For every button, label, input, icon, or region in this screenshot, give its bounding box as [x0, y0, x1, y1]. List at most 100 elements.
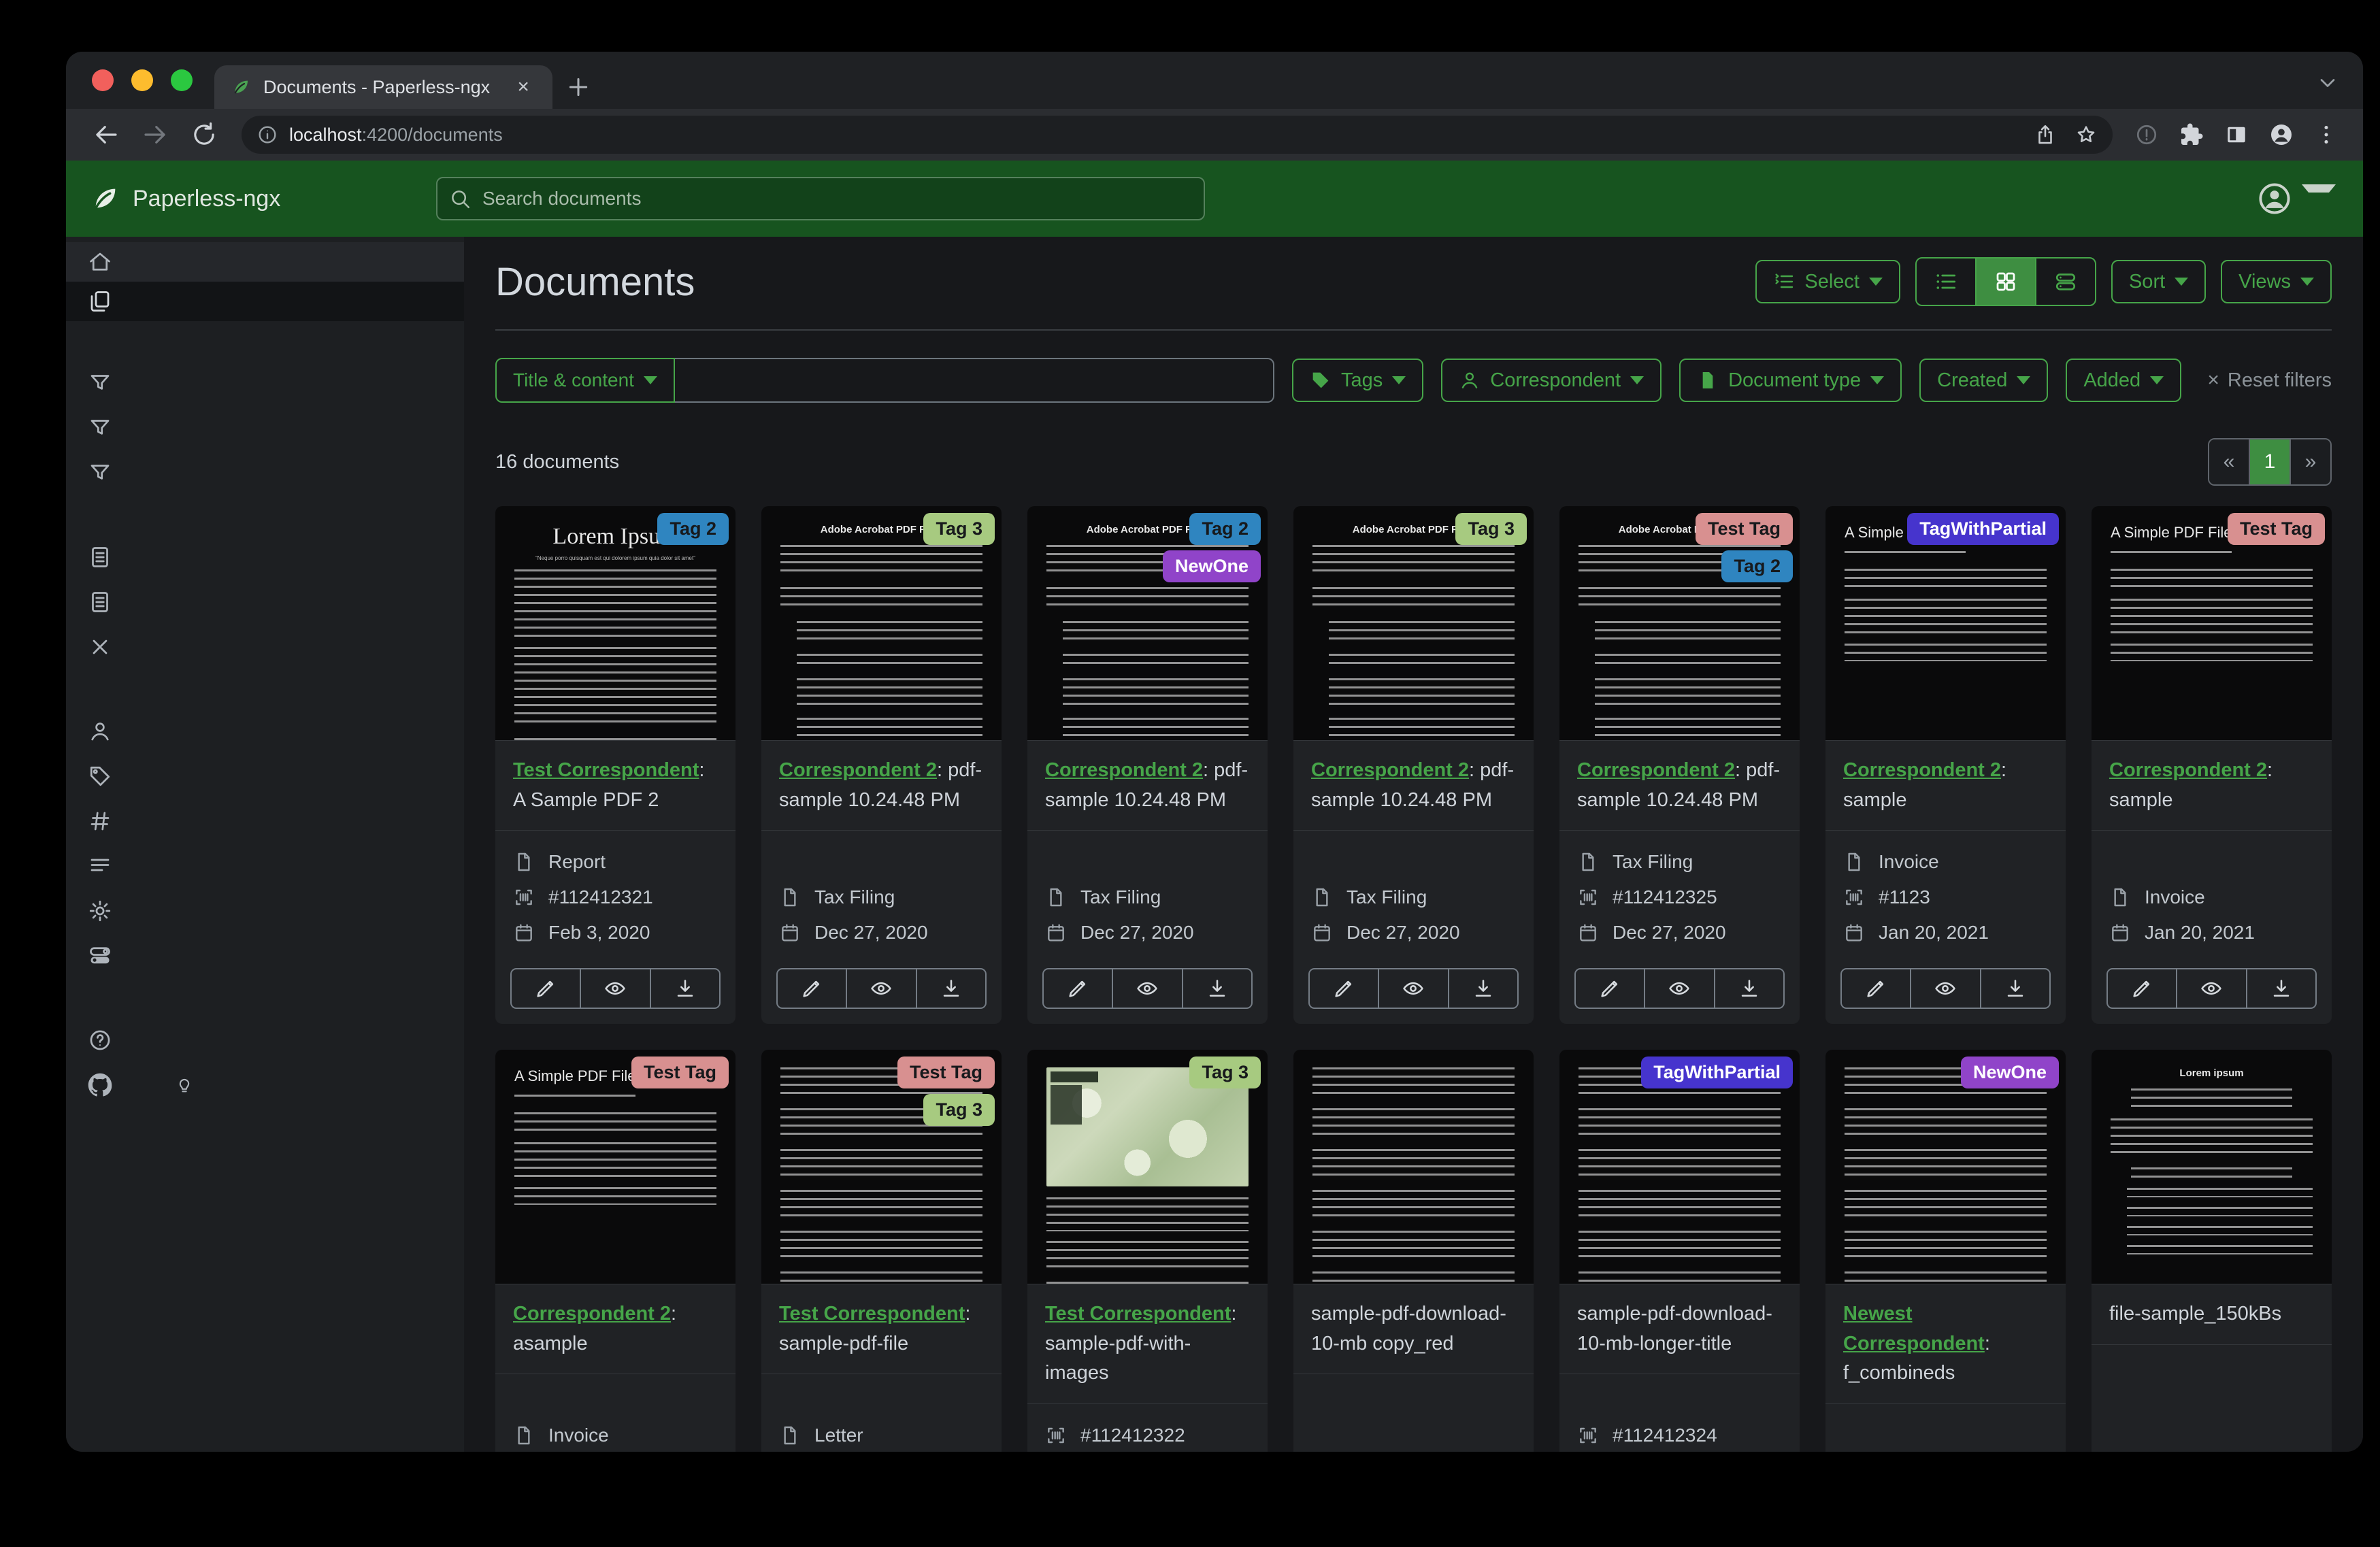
extensions-puzzle-icon[interactable] [2179, 122, 2204, 147]
edit-button[interactable] [778, 969, 846, 1008]
document-thumbnail[interactable]: Tag 2 NewOne Adobe Acrobat PDF Files [1027, 506, 1268, 741]
reset-filters-button[interactable]: × Reset filters [2207, 369, 2332, 392]
user-menu[interactable] [2257, 181, 2336, 216]
doc-type-row[interactable]: Invoice [2109, 886, 2314, 908]
document-title[interactable]: sample-pdf-download-10-mb copy_red [1293, 1284, 1534, 1374]
download-button[interactable] [1979, 969, 2049, 1008]
correspondent-link[interactable]: Correspondent 2 [1843, 759, 2001, 781]
new-tab-button[interactable] [565, 73, 592, 101]
tab-close-icon[interactable]: × [512, 76, 535, 99]
sidebar-item-documents[interactable] [66, 282, 464, 321]
sidebar-item-correspondents[interactable] [66, 709, 464, 754]
detail-view-button[interactable] [2034, 259, 2095, 305]
sidebar-item-admin[interactable] [66, 933, 464, 978]
tag-badge[interactable]: Tag 2 [657, 513, 729, 545]
sidebar-item-test-view-any[interactable] [66, 405, 464, 450]
minimize-window-button[interactable] [131, 69, 153, 91]
tag-badge[interactable]: Test Tag [1695, 513, 1793, 545]
document-title[interactable]: Correspondent 2: pdf-sample 10.24.48 PM [761, 741, 1002, 831]
back-button[interactable] [85, 120, 127, 149]
tag-badge[interactable]: Test Tag [2227, 513, 2325, 545]
download-button[interactable] [915, 969, 985, 1008]
document-title[interactable]: Test Correspondent: sample-pdf-with-imag… [1027, 1284, 1268, 1404]
tag-badge[interactable]: Test Tag [897, 1057, 995, 1088]
doctype-filter-button[interactable]: Document type [1679, 359, 1902, 402]
prev-page-button[interactable]: « [2209, 439, 2249, 484]
document-title[interactable]: file-sample_150kBs [2092, 1284, 2332, 1345]
correspondent-link[interactable]: Test Correspondent [1045, 1303, 1231, 1325]
tag-badge[interactable]: TagWithPartial [1907, 513, 2059, 545]
edit-button[interactable] [2108, 969, 2176, 1008]
list-view-button[interactable] [1917, 259, 1975, 305]
document-thumbnail[interactable]: Test Tag Tag 2 Adobe Acrobat PDF Files [1559, 506, 1800, 741]
app-brand[interactable]: Paperless-ngx [89, 183, 409, 214]
correspondent-link[interactable]: Correspondent 2 [1577, 759, 1735, 781]
view-button[interactable] [1112, 969, 1181, 1008]
view-button[interactable] [1644, 969, 1713, 1008]
sidebar-item-github[interactable] [66, 1063, 464, 1108]
extension-badge-icon[interactable] [2134, 122, 2159, 147]
address-bar[interactable]: localhost:4200/documents [242, 116, 2113, 154]
document-thumbnail[interactable]: TagWithPartial [1559, 1050, 1800, 1284]
edit-button[interactable] [1044, 969, 1112, 1008]
correspondent-link[interactable]: Correspondent 2 [2109, 759, 2267, 781]
suggest-idea-link[interactable] [175, 1076, 202, 1095]
doc-type-row[interactable]: Tax Filing [1311, 886, 1516, 908]
document-title[interactable]: Newest Correspondent: f_combineds [1825, 1284, 2066, 1404]
edit-button[interactable] [1842, 969, 1910, 1008]
document-thumbnail[interactable]: TagWithPartial A Simple PDF File [1825, 506, 2066, 741]
document-title[interactable]: Correspondent 2: pdf-sample 10.24.48 PM [1559, 741, 1800, 831]
document-thumbnail[interactable]: Tag 3 Adobe Acrobat PDF Files [761, 506, 1002, 741]
sidebar-item-dashboard[interactable] [66, 242, 464, 282]
document-thumbnail[interactable]: Tag 2 Lorem Ipsum “Neque porro quisquam es… [495, 506, 736, 741]
correspondent-link[interactable]: Test Correspondent [513, 759, 699, 781]
share-icon[interactable] [2034, 123, 2057, 146]
document-title[interactable]: Correspondent 2: sample [1825, 741, 2066, 831]
tag-badge[interactable]: Tag 2 [1721, 550, 1793, 582]
close-window-button[interactable] [92, 69, 114, 91]
tag-badge[interactable]: TagWithPartial [1641, 1057, 1793, 1088]
tag-badge[interactable]: NewOne [1162, 550, 1261, 582]
profile-avatar-icon[interactable] [2269, 122, 2294, 147]
filter-query-input[interactable] [674, 358, 1274, 403]
views-button[interactable]: Views [2221, 260, 2332, 303]
edit-button[interactable] [1576, 969, 1644, 1008]
grid-view-button[interactable] [1974, 259, 2035, 305]
edit-button[interactable] [1310, 969, 1378, 1008]
sort-button[interactable]: Sort [2111, 260, 2207, 303]
download-button[interactable] [649, 969, 719, 1008]
download-button[interactable] [1181, 969, 1251, 1008]
doc-type-row[interactable]: Tax Filing [1577, 851, 1782, 873]
document-title[interactable]: Correspondent 2: pdf-sample 10.24.48 PM [1027, 741, 1268, 831]
document-title[interactable]: Test Correspondent: sample-pdf-file [761, 1284, 1002, 1374]
document-title[interactable]: Correspondent 2: sample [2092, 741, 2332, 831]
zoom-window-button[interactable] [171, 69, 193, 91]
doc-type-row[interactable]: Invoice [1843, 851, 2048, 873]
sidebar-item-document-types[interactable] [66, 799, 464, 844]
side-panel-icon[interactable] [2224, 122, 2249, 147]
menu-kebab-icon[interactable] [2314, 122, 2338, 147]
view-button[interactable] [846, 969, 915, 1008]
doc-type-row[interactable]: Letter [779, 1425, 984, 1446]
correspondent-link[interactable]: Newest Correspondent [1843, 1303, 1985, 1354]
created-filter-button[interactable]: Created [1919, 359, 2049, 402]
document-thumbnail[interactable]: Tag 3 [1027, 1050, 1268, 1284]
sidebar-item-test-view-not[interactable] [66, 450, 464, 495]
reload-button[interactable] [183, 120, 225, 149]
document-thumbnail[interactable]: Test Tag A Simple PDF File [2092, 506, 2332, 741]
doc-type-row[interactable]: Report [513, 851, 718, 873]
bookmark-star-icon[interactable] [2075, 123, 2098, 146]
tab-search-chevron-icon[interactable] [2315, 71, 2340, 95]
tags-filter-button[interactable]: Tags [1292, 359, 1424, 402]
document-thumbnail[interactable] [1293, 1050, 1534, 1284]
sidebar-item-documentation[interactable] [66, 1018, 464, 1063]
download-button[interactable] [1447, 969, 1517, 1008]
select-button[interactable]: Select [1755, 260, 1900, 303]
sidebar-item-settings[interactable] [66, 888, 464, 933]
document-title[interactable]: Test Correspondent: A Sample PDF 2 [495, 741, 736, 831]
filter-field-button[interactable]: Title & content [495, 358, 675, 403]
document-thumbnail[interactable]: Tag 3 Adobe Acrobat PDF Files [1293, 506, 1534, 741]
correspondent-link[interactable]: Correspondent 2 [513, 1303, 671, 1325]
tag-badge[interactable]: Tag 3 [923, 1094, 995, 1126]
sidebar-item-tags[interactable] [66, 754, 464, 799]
